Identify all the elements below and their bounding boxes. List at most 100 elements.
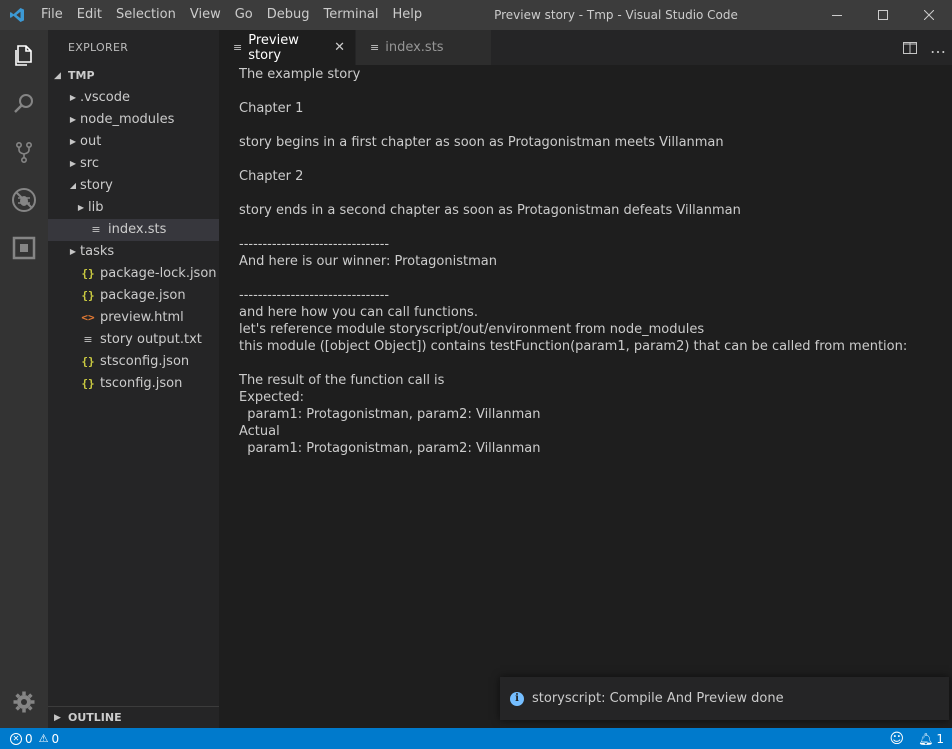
tree-item[interactable]: ▶ tasks [48,241,219,263]
tree-item-label: stsconfig.json [100,354,190,369]
tree-item[interactable]: ≡ story output.txt [48,329,219,351]
notification-count: 1 [936,731,944,746]
tree-item[interactable]: {} package.json [48,285,219,307]
folder-header-tmp[interactable]: ◢ TMP [48,65,219,87]
tree-item-label: lib [88,200,104,215]
lines-icon: ≡ [233,41,243,54]
more-icon: … [930,38,946,57]
file-tree: ▶ .vscode ▶ node_modules ▶ out ▶ src ◢ story ▶ lib ≡… [48,87,219,395]
tree-item-label: index.sts [108,222,167,237]
menu-edit[interactable]: Edit [70,0,109,30]
source-control-icon[interactable] [0,128,48,176]
chevron-down-icon: ◢ [54,71,61,81]
preview-line: story begins in a first chapter as soon … [239,135,724,150]
search-icon[interactable] [0,80,48,128]
menu-help[interactable]: Help [385,0,429,30]
tree-item[interactable]: ▶ .vscode [48,87,219,109]
close-icon [924,10,934,20]
chevron-right-icon: ▶ [69,93,77,102]
split-editor-button[interactable] [896,30,924,65]
close-window-button[interactable] [906,0,952,30]
json-file-icon: {} [81,267,95,280]
preview-line: The example story [239,67,361,82]
chevron-right-icon: ▶ [69,159,77,168]
extensions-icon[interactable] [0,224,48,272]
preview-line: param1: Protagonistman, param2: Villanma… [239,407,541,422]
chevron-right-icon: ▶ [54,712,61,723]
preview-line [239,270,932,287]
maximize-icon [878,10,888,20]
problems-indicator[interactable]: ✕ 0 ⚠ 0 [0,732,59,746]
tab-preview-story[interactable]: ≡ Preview story ✕ [219,30,356,65]
preview-line: story ends in a second chapter as soon a… [239,203,741,218]
preview-line: Actual [239,424,280,439]
error-count: 0 [25,731,33,746]
editor-tabs: ≡ Preview story ✕ ≡ index.sts … [219,30,952,65]
tree-item[interactable]: ▶ out [48,131,219,153]
explorer-icon[interactable] [0,32,48,80]
activity-bar [0,30,48,728]
chevron-right-icon: ▶ [69,115,77,124]
menu-file[interactable]: File [34,0,70,30]
preview-line [239,219,932,236]
warning-icon: ⚠ [38,732,49,745]
preview-line: Chapter 1 [239,101,304,116]
preview-line: And here is our winner: Protagonistman [239,254,497,269]
tab-label: index.sts [385,40,444,55]
tree-item-label: .vscode [80,90,130,105]
preview-line [239,117,932,134]
window-controls [814,0,952,30]
explorer-sidebar: EXPLORER ◢ TMP ▶ .vscode ▶ node_modules ▶ out… [48,30,219,728]
tree-item[interactable]: ▶ lib [48,197,219,219]
feedback-smiley-icon[interactable]: ☺ [890,731,905,747]
tree-item[interactable]: ▶ node_modules [48,109,219,131]
menu-terminal[interactable]: Terminal [317,0,386,30]
tree-item[interactable]: {} tsconfig.json [48,373,219,395]
preview-line [239,355,932,372]
preview-line [239,151,932,168]
debug-icon[interactable] [0,176,48,224]
warning-count: 0 [51,731,60,746]
tree-item-label: node_modules [80,112,175,127]
preview-content: The example story Chapter 1 story begins i… [219,65,952,728]
chevron-right-icon: ▶ [77,203,85,212]
tab-label: Preview story [248,32,299,63]
tree-item[interactable]: ≡ index.sts [48,219,219,241]
preview-line: -------------------------------- [239,237,390,252]
tree-item[interactable]: <> preview.html [48,307,219,329]
tree-item[interactable]: ▶ src [48,153,219,175]
menu-bar: File Edit Selection View Go Debug Terminal Help [34,0,429,30]
gear-icon[interactable] [0,678,48,726]
title-bar: File Edit Selection View Go Debug Terminal Help… [0,0,952,30]
tree-item[interactable]: {} package-lock.json [48,263,219,285]
menu-debug[interactable]: Debug [260,0,317,30]
menu-view[interactable]: View [183,0,228,30]
tab-index-sts[interactable]: ≡ index.sts [356,30,492,65]
json-file-icon: {} [81,355,95,368]
preview-line: this module ([object Object]) contains t… [239,339,908,354]
chevron-right-icon: ▶ [69,247,77,256]
chevron-down-icon: ◢ [69,181,77,190]
tree-item-label: tasks [80,244,115,259]
maximize-button[interactable] [860,0,906,30]
tree-item-label: package.json [100,288,186,303]
tab-close-icon[interactable]: ✕ [334,40,345,55]
tree-item-label: tsconfig.json [100,376,183,391]
bell-icon[interactable]: 🔔︎ [918,732,933,746]
error-icon: ✕ [10,732,22,745]
preview-line [239,83,932,100]
outline-section-header[interactable]: ▶ OUTLINE [48,706,219,728]
json-file-icon: {} [81,289,95,302]
status-bar: ✕ 0 ⚠ 0 ☺ 🔔︎ 1 [0,728,952,749]
menu-go[interactable]: Go [228,0,260,30]
tree-item-label: preview.html [100,310,184,325]
menu-selection[interactable]: Selection [109,0,183,30]
more-actions-button[interactable]: … [924,30,952,65]
tree-item[interactable]: ◢ story [48,175,219,197]
preview-line: Expected: [239,390,305,405]
info-icon: i [510,691,524,706]
split-editor-icon [903,41,917,54]
preview-line: Chapter 2 [239,169,304,184]
minimize-button[interactable] [814,0,860,30]
tree-item[interactable]: {} stsconfig.json [48,351,219,373]
